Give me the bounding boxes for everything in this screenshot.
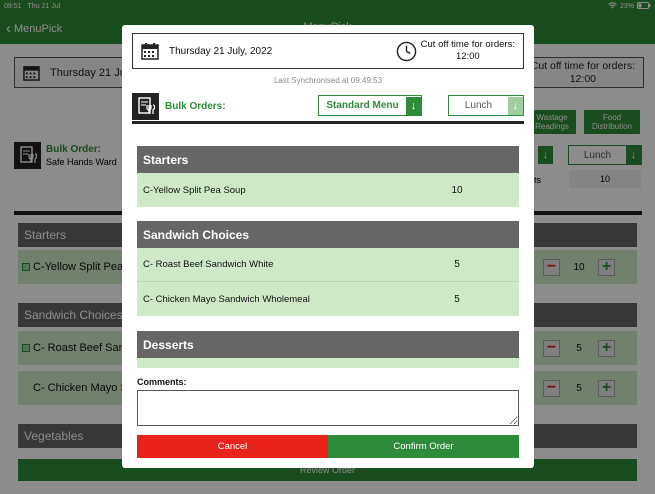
clock-icon <box>396 41 416 61</box>
comments-label: Comments: <box>137 377 187 387</box>
date-box: Thursday 21 July, 2022 Cut off time for … <box>132 33 524 69</box>
item-name: C-Yellow Split Pea Soup <box>143 184 246 196</box>
divider <box>132 121 524 124</box>
cutoff-value: 12:00 <box>455 51 480 62</box>
item-qty: 10 <box>451 184 463 196</box>
chevron-down-icon: ↓ <box>406 96 421 115</box>
meal-select[interactable]: Lunch ↓ <box>448 95 524 116</box>
cancel-button[interactable]: Cancel <box>137 435 328 458</box>
order-summary-list[interactable]: Starters C-Yellow Split Pea Soup 10 Sand… <box>137 146 519 368</box>
item-name: C- Chicken Mayo Sandwich Wholemeal <box>143 293 310 305</box>
item-qty: 5 <box>454 259 460 270</box>
menu-document-icon <box>132 92 159 120</box>
calendar-icon <box>141 43 159 60</box>
section-header-desserts: Desserts <box>137 331 519 358</box>
last-synchronised: Last Synchronised at 09:49:53 <box>273 76 383 85</box>
order-date: Thursday 21 July, 2022 <box>169 45 273 57</box>
list-item <box>137 358 519 368</box>
list-item: C-Yellow Split Pea Soup 10 <box>137 173 519 207</box>
item-name: C- Roast Beef Sandwich White <box>143 259 274 270</box>
comments-input[interactable] <box>137 390 519 426</box>
chevron-down-icon: ↓ <box>508 96 523 115</box>
confirm-order-dialog: Thursday 21 July, 2022 Cut off time for … <box>122 25 534 468</box>
section-header-starters: Starters <box>137 146 519 173</box>
item-qty: 5 <box>454 293 460 305</box>
bulk-orders-label: Bulk Orders: <box>165 100 226 112</box>
confirm-order-button[interactable]: Confirm Order <box>328 435 519 458</box>
bulk-orders-row: Bulk Orders: Standard Menu ↓ Lunch ↓ <box>132 89 524 123</box>
cutoff-time: Cut off time for orders: 12:00 <box>421 39 515 63</box>
menu-select-value: Standard Menu <box>326 100 399 111</box>
cutoff-label: Cut off time for orders: <box>420 39 515 50</box>
menu-select[interactable]: Standard Menu ↓ <box>318 95 422 116</box>
meal-select-value: Lunch <box>464 100 493 111</box>
list-item: C- Chicken Mayo Sandwich Wholemeal 5 <box>137 282 519 316</box>
section-header-sandwich: Sandwich Choices <box>137 221 519 248</box>
list-item: C- Roast Beef Sandwich White 5 <box>137 248 519 282</box>
